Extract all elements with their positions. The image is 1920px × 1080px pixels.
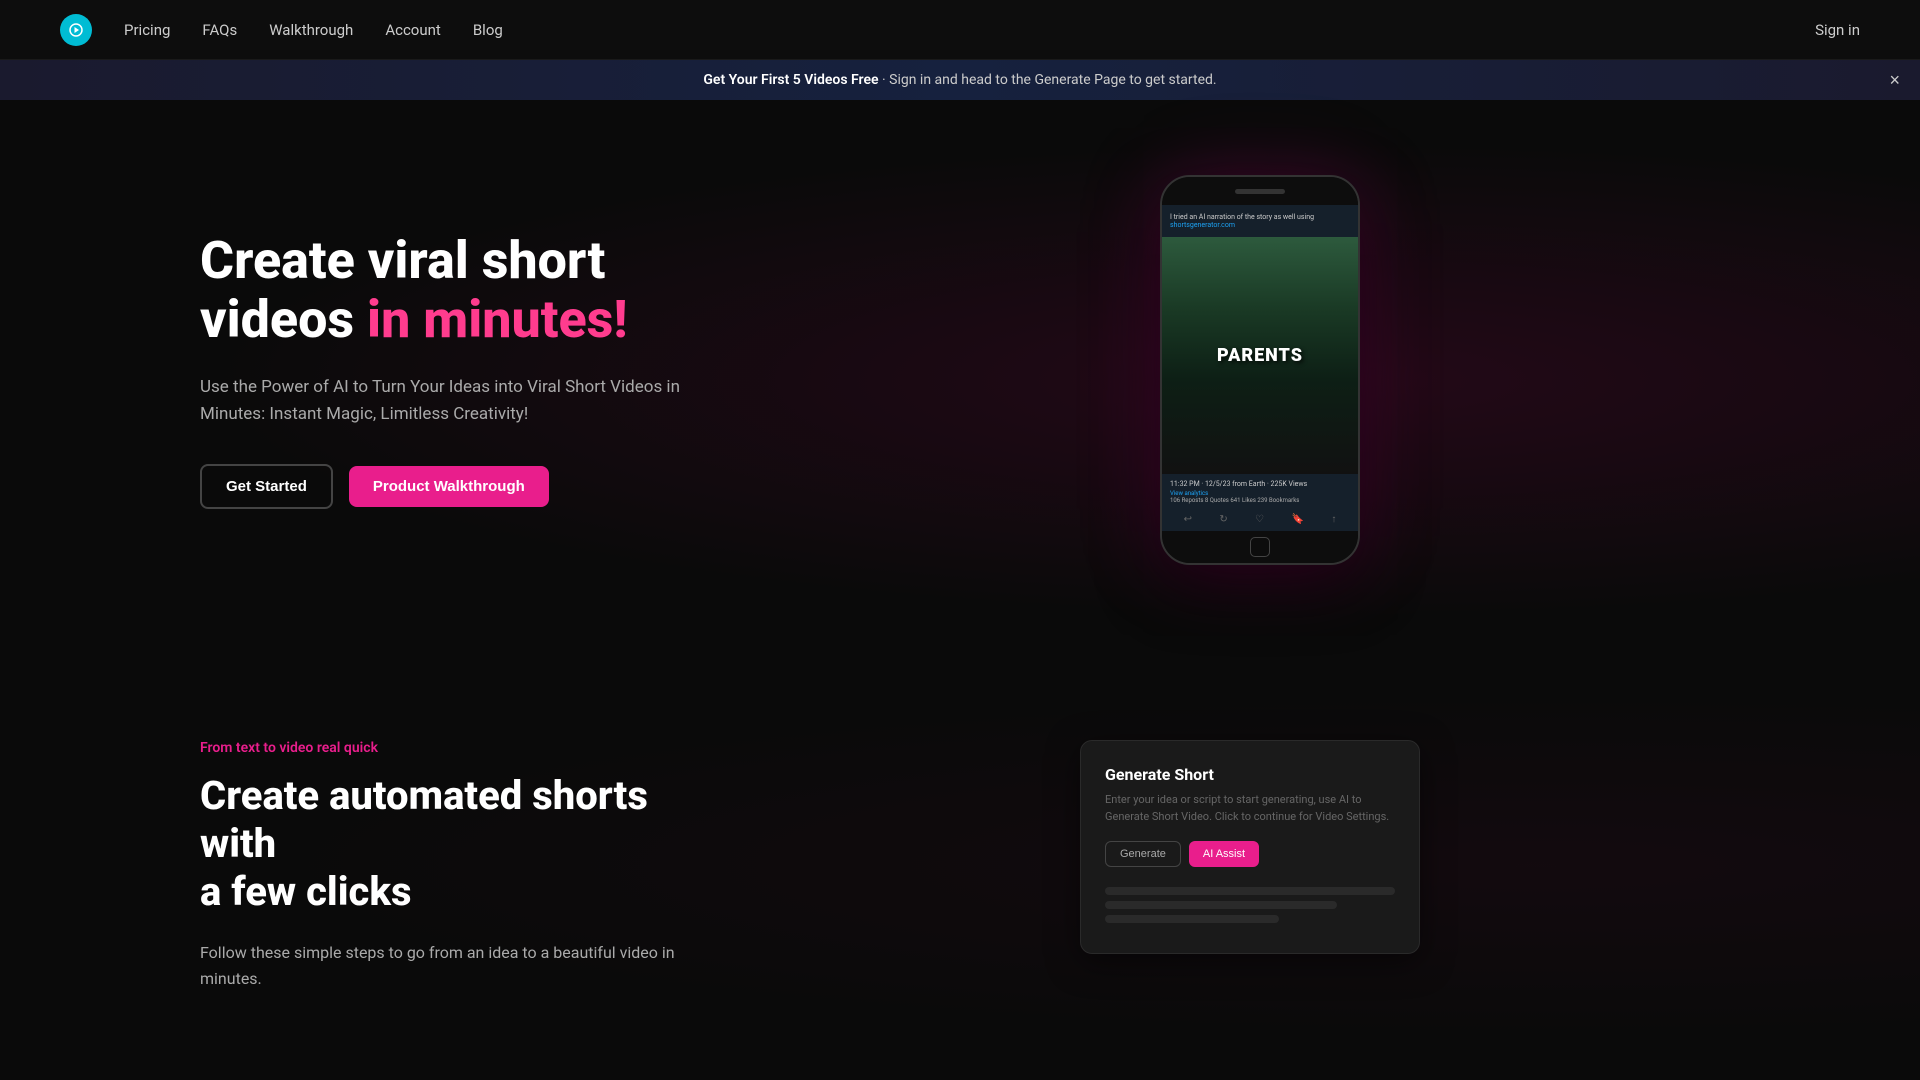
nav-faqs[interactable]: FAQs [202, 21, 237, 39]
nav-links: Pricing FAQs Walkthrough Account Blog [124, 21, 1815, 39]
hero-content: Create viral short videos in minutes! Us… [200, 231, 800, 510]
tweet-link: shortsgenerator.com [1170, 221, 1235, 229]
video-label: PARENTS [1217, 345, 1303, 366]
banner-close-button[interactable]: × [1889, 71, 1900, 89]
banner-regular: · Sign in and head to the Generate Page … [882, 72, 1217, 88]
generate-card-buttons: Generate AI Assist [1105, 841, 1395, 867]
generate-card-desc: Enter your idea or script to start gener… [1105, 792, 1395, 825]
action-share-icon: ↑ [1331, 514, 1336, 525]
ai-assist-button[interactable]: AI Assist [1189, 841, 1259, 867]
phone-stats: 11:32 PM · 12/5/23 from Earth · 225K Vie… [1162, 474, 1358, 510]
action-repost-icon: ↻ [1219, 514, 1227, 525]
hero-title-line1: Create viral short [200, 230, 605, 291]
hero-buttons: Get Started Product Walkthrough [200, 464, 800, 509]
placeholder-line-3 [1105, 915, 1279, 923]
phone-video: PARENTS [1162, 237, 1358, 474]
section2-description: Follow these simple steps to go from an … [200, 940, 700, 991]
phone-speaker [1235, 189, 1285, 194]
hero-visual: I tried an AI narration of the story as … [800, 175, 1720, 565]
hero-section: Create viral short videos in minutes! Us… [0, 100, 1920, 660]
banner-text: Get Your First 5 Videos Free · Sign in a… [703, 72, 1216, 88]
section2-title-line1: Create automated shorts with [200, 772, 648, 867]
phone-views: 11:32 PM · 12/5/23 from Earth · 225K Vie… [1170, 480, 1350, 488]
hero-subtitle: Use the Power of AI to Turn Your Ideas i… [200, 374, 680, 428]
action-bookmark-icon: 🔖 [1292, 514, 1304, 525]
hero-title: Create viral short videos in minutes! [200, 231, 800, 351]
phone-tweet-text: I tried an AI narration of the story as … [1162, 205, 1358, 237]
phone-analytics: View analytics [1170, 490, 1350, 497]
signin-link[interactable]: Sign in [1815, 21, 1860, 39]
tweet-body: I tried an AI narration of the story as … [1170, 213, 1314, 221]
nav-account[interactable]: Account [385, 21, 441, 39]
section2-visual: Generate Short Enter your idea or script… [780, 740, 1720, 954]
section2-title: Create automated shorts with a few click… [200, 772, 700, 916]
get-started-button[interactable]: Get Started [200, 464, 333, 509]
section2-title-line2: a few clicks [200, 868, 411, 915]
placeholder-line-1 [1105, 887, 1395, 895]
generate-button[interactable]: Generate [1105, 841, 1181, 867]
phone-mockup: I tried an AI narration of the story as … [1160, 175, 1360, 565]
nav-pricing[interactable]: Pricing [124, 21, 170, 39]
phone-bottom-bar [1162, 531, 1358, 563]
section2-content: From text to video real quick Create aut… [200, 740, 700, 991]
banner-bold: Get Your First 5 Videos Free [703, 72, 878, 88]
section2-tag: From text to video real quick [200, 740, 700, 756]
product-walkthrough-button[interactable]: Product Walkthrough [349, 466, 549, 507]
nav-walkthrough[interactable]: Walkthrough [269, 21, 353, 39]
generate-card: Generate Short Enter your idea or script… [1080, 740, 1420, 954]
navbar: Pricing FAQs Walkthrough Account Blog Si… [0, 0, 1920, 60]
action-reply-icon: ↩ [1184, 514, 1192, 525]
logo[interactable] [60, 14, 92, 46]
phone-home-button [1250, 537, 1270, 557]
announcement-banner: Get Your First 5 Videos Free · Sign in a… [0, 60, 1920, 100]
phone-engagement: 106 Reposts 8 Quotes 641 Likes 239 Bookm… [1170, 497, 1350, 504]
generate-card-title: Generate Short [1105, 765, 1395, 784]
section2: From text to video real quick Create aut… [0, 660, 1920, 1071]
placeholder-line-2 [1105, 901, 1337, 909]
phone-top-bar [1162, 177, 1358, 205]
phone-screen: I tried an AI narration of the story as … [1162, 205, 1358, 531]
hero-title-accent: in minutes! [367, 289, 628, 350]
action-like-icon: ♡ [1255, 514, 1264, 525]
hero-title-line2-normal: videos [200, 289, 367, 350]
nav-blog[interactable]: Blog [473, 21, 503, 39]
phone-actions: ↩ ↻ ♡ 🔖 ↑ [1162, 510, 1358, 531]
